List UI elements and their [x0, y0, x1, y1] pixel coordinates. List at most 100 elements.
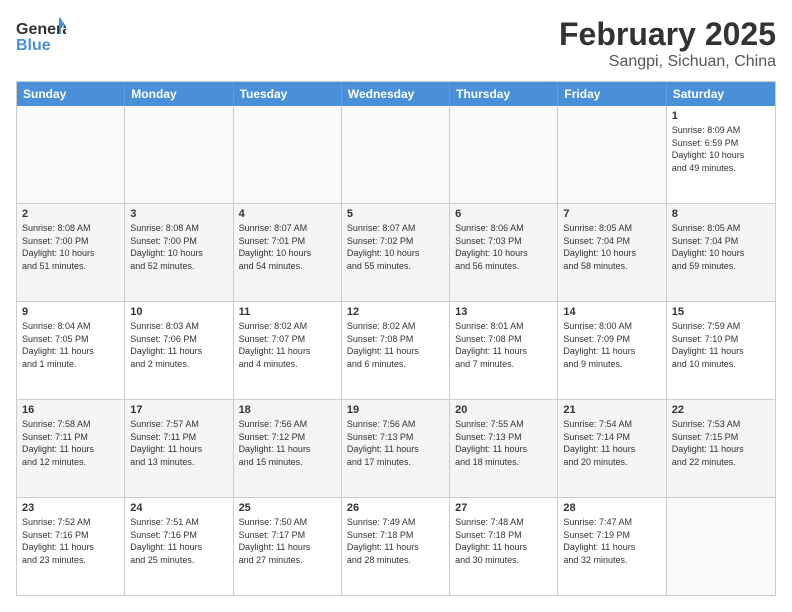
day-info: Sunrise: 7:47 AMSunset: 7:19 PMDaylight:…	[563, 516, 660, 566]
calendar-cell: 20Sunrise: 7:55 AMSunset: 7:13 PMDayligh…	[450, 400, 558, 497]
calendar-cell: 16 Sunrise: 7:58 AMSunset: 7:11 PMDayligh…	[17, 400, 125, 497]
weekday-sunday: Sunday	[17, 82, 125, 106]
calendar-week-5: 23 Sunrise: 7:52 AMSunset: 7:16 PMDayligh…	[17, 498, 775, 595]
day-info: Sunrise: 8:06 AMSunset: 7:03 PMDaylight:…	[455, 222, 552, 272]
month-year-title: February 2025	[559, 16, 776, 53]
day-number: 27	[455, 502, 552, 514]
day-info: Sunrise: 8:08 AMSunset: 7:00 PMDaylight:…	[22, 222, 119, 272]
day-info: Sunrise: 7:56 AMSunset: 7:12 PMDaylight:…	[239, 418, 336, 468]
calendar-week-3: 9 Sunrise: 8:04 AMSunset: 7:05 PMDaylight…	[17, 302, 775, 400]
day-info: Sunrise: 8:03 AMSunset: 7:06 PMDaylight:…	[130, 320, 227, 370]
calendar-header: Sunday Monday Tuesday Wednesday Thursday…	[17, 82, 775, 106]
day-number: 12	[347, 306, 444, 318]
day-info: Sunrise: 7:50 AMSunset: 7:17 PMDaylight:…	[239, 516, 336, 566]
weekday-friday: Friday	[558, 82, 666, 106]
calendar-cell	[17, 106, 125, 203]
calendar-cell: 14 Sunrise: 8:00 AMSunset: 7:09 PMDayligh…	[558, 302, 666, 399]
day-number: 13	[455, 306, 552, 318]
calendar-cell: 1 Sunrise: 8:09 AMSunset: 6:59 PMDaylight…	[667, 106, 775, 203]
day-info: Sunrise: 8:08 AMSunset: 7:00 PMDaylight:…	[130, 222, 227, 272]
day-info: Sunrise: 8:02 AMSunset: 7:07 PMDaylight:…	[239, 320, 336, 370]
day-info: Sunrise: 7:57 AMSunset: 7:11 PMDaylight:…	[130, 418, 227, 468]
calendar-cell: 12 Sunrise: 8:02 AMSunset: 7:08 PMDayligh…	[342, 302, 450, 399]
day-number: 16	[22, 404, 119, 416]
calendar-cell: 8 Sunrise: 8:05 AMSunset: 7:04 PMDaylight…	[667, 204, 775, 301]
calendar-cell: 6 Sunrise: 8:06 AMSunset: 7:03 PMDaylight…	[450, 204, 558, 301]
day-number: 21	[563, 404, 660, 416]
day-info: Sunrise: 8:05 AMSunset: 7:04 PMDaylight:…	[672, 222, 770, 272]
calendar-week-1: 1 Sunrise: 8:09 AMSunset: 6:59 PMDaylight…	[17, 106, 775, 204]
location-label: Sangpi, Sichuan, China	[559, 53, 776, 71]
calendar-cell: 26Sunrise: 7:49 AMSunset: 7:18 PMDayligh…	[342, 498, 450, 595]
day-number: 4	[239, 208, 336, 220]
day-number: 1	[672, 110, 770, 122]
calendar-cell: 10 Sunrise: 8:03 AMSunset: 7:06 PMDayligh…	[125, 302, 233, 399]
calendar-cell: 17Sunrise: 7:57 AMSunset: 7:11 PMDayligh…	[125, 400, 233, 497]
calendar-cell	[667, 498, 775, 595]
day-info: Sunrise: 7:49 AMSunset: 7:18 PMDaylight:…	[347, 516, 444, 566]
calendar: Sunday Monday Tuesday Wednesday Thursday…	[16, 81, 776, 596]
weekday-thursday: Thursday	[450, 82, 558, 106]
calendar-cell: 19Sunrise: 7:56 AMSunset: 7:13 PMDayligh…	[342, 400, 450, 497]
page: General Blue February 2025 Sangpi, Sichu…	[0, 0, 792, 612]
day-number: 18	[239, 404, 336, 416]
day-info: Sunrise: 8:01 AMSunset: 7:08 PMDaylight:…	[455, 320, 552, 370]
calendar-cell	[558, 106, 666, 203]
day-info: Sunrise: 7:52 AMSunset: 7:16 PMDaylight:…	[22, 516, 119, 566]
day-number: 6	[455, 208, 552, 220]
svg-text:Blue: Blue	[16, 37, 51, 54]
weekday-tuesday: Tuesday	[234, 82, 342, 106]
day-info: Sunrise: 8:02 AMSunset: 7:08 PMDaylight:…	[347, 320, 444, 370]
svg-text:General: General	[16, 21, 66, 38]
calendar-cell: 9 Sunrise: 8:04 AMSunset: 7:05 PMDaylight…	[17, 302, 125, 399]
day-info: Sunrise: 7:53 AMSunset: 7:15 PMDaylight:…	[672, 418, 770, 468]
weekday-wednesday: Wednesday	[342, 82, 450, 106]
calendar-cell: 15Sunrise: 7:59 AMSunset: 7:10 PMDayligh…	[667, 302, 775, 399]
calendar-cell: 28 Sunrise: 7:47 AMSunset: 7:19 PMDayligh…	[558, 498, 666, 595]
day-info: Sunrise: 7:51 AMSunset: 7:16 PMDaylight:…	[130, 516, 227, 566]
day-number: 22	[672, 404, 770, 416]
day-info: Sunrise: 8:07 AMSunset: 7:01 PMDaylight:…	[239, 222, 336, 272]
day-number: 3	[130, 208, 227, 220]
day-info: Sunrise: 8:05 AMSunset: 7:04 PMDaylight:…	[563, 222, 660, 272]
calendar-week-4: 16 Sunrise: 7:58 AMSunset: 7:11 PMDayligh…	[17, 400, 775, 498]
weekday-monday: Monday	[125, 82, 233, 106]
weekday-saturday: Saturday	[667, 82, 775, 106]
calendar-cell	[342, 106, 450, 203]
day-info: Sunrise: 7:58 AMSunset: 7:11 PMDaylight:…	[22, 418, 119, 468]
day-info: Sunrise: 8:09 AMSunset: 6:59 PMDaylight:…	[672, 124, 770, 174]
calendar-cell: 3 Sunrise: 8:08 AMSunset: 7:00 PMDaylight…	[125, 204, 233, 301]
day-number: 10	[130, 306, 227, 318]
day-number: 24	[130, 502, 227, 514]
calendar-cell: 24 Sunrise: 7:51 AMSunset: 7:16 PMDayligh…	[125, 498, 233, 595]
day-number: 8	[672, 208, 770, 220]
day-number: 5	[347, 208, 444, 220]
day-number: 2	[22, 208, 119, 220]
calendar-cell: 13 Sunrise: 8:01 AMSunset: 7:08 PMDayligh…	[450, 302, 558, 399]
day-info: Sunrise: 8:04 AMSunset: 7:05 PMDaylight:…	[22, 320, 119, 370]
day-info: Sunrise: 8:00 AMSunset: 7:09 PMDaylight:…	[563, 320, 660, 370]
logo: General Blue	[16, 16, 66, 60]
day-number: 14	[563, 306, 660, 318]
day-number: 7	[563, 208, 660, 220]
calendar-cell: 7 Sunrise: 8:05 AMSunset: 7:04 PMDaylight…	[558, 204, 666, 301]
day-info: Sunrise: 7:56 AMSunset: 7:13 PMDaylight:…	[347, 418, 444, 468]
calendar-cell: 2 Sunrise: 8:08 AMSunset: 7:00 PMDaylight…	[17, 204, 125, 301]
calendar-body: 1 Sunrise: 8:09 AMSunset: 6:59 PMDaylight…	[17, 106, 775, 595]
calendar-cell: 25 Sunrise: 7:50 AMSunset: 7:17 PMDayligh…	[234, 498, 342, 595]
calendar-week-2: 2 Sunrise: 8:08 AMSunset: 7:00 PMDaylight…	[17, 204, 775, 302]
title-section: February 2025 Sangpi, Sichuan, China	[559, 16, 776, 71]
day-number: 23	[22, 502, 119, 514]
calendar-cell: 11Sunrise: 8:02 AMSunset: 7:07 PMDayligh…	[234, 302, 342, 399]
calendar-cell: 22 Sunrise: 7:53 AMSunset: 7:15 PMDayligh…	[667, 400, 775, 497]
day-number: 25	[239, 502, 336, 514]
day-info: Sunrise: 7:48 AMSunset: 7:18 PMDaylight:…	[455, 516, 552, 566]
day-info: Sunrise: 7:54 AMSunset: 7:14 PMDaylight:…	[563, 418, 660, 468]
day-number: 15	[672, 306, 770, 318]
day-info: Sunrise: 8:07 AMSunset: 7:02 PMDaylight:…	[347, 222, 444, 272]
day-number: 28	[563, 502, 660, 514]
calendar-cell	[125, 106, 233, 203]
calendar-cell: 23 Sunrise: 7:52 AMSunset: 7:16 PMDayligh…	[17, 498, 125, 595]
logo-icon: General Blue	[16, 16, 66, 60]
day-number: 9	[22, 306, 119, 318]
